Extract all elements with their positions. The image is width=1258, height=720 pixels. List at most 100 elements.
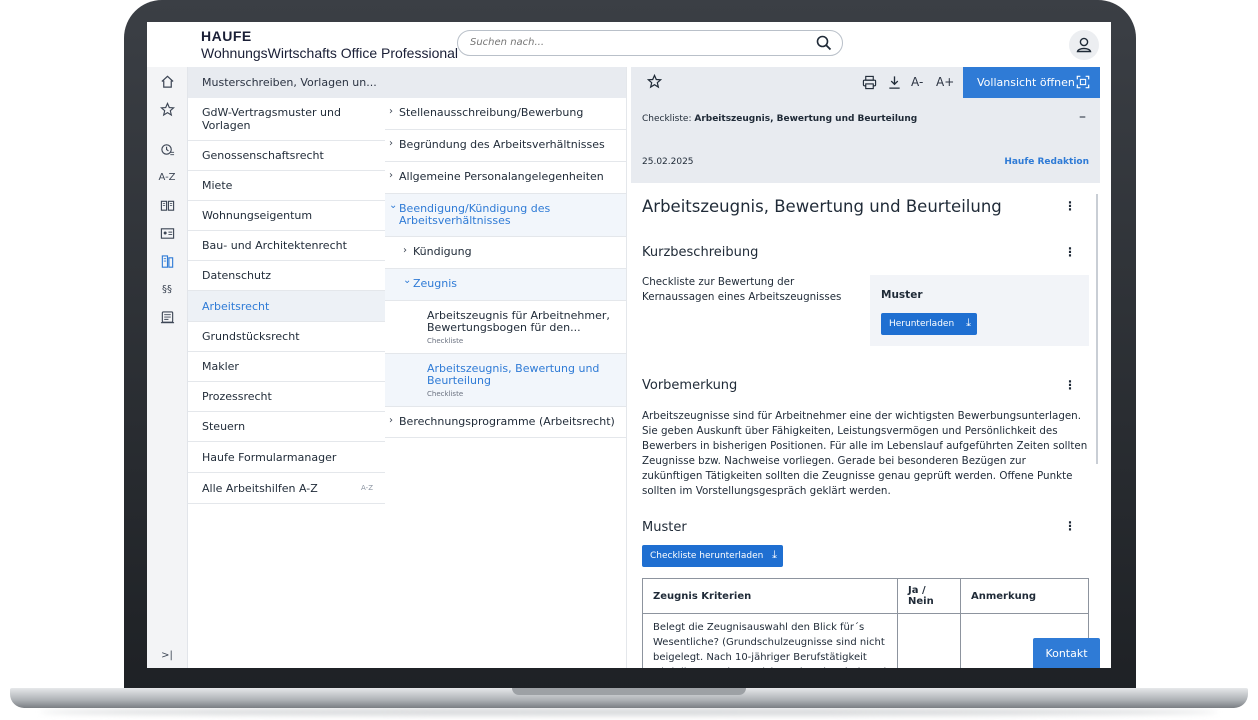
category-item-label: Bau- und Architektenrecht: [202, 239, 347, 252]
collapse-meta-button[interactable]: –: [1079, 109, 1086, 125]
a-z-icon[interactable]: A-Z: [157, 167, 177, 187]
expand-sidebar-icon[interactable]: >|: [157, 645, 177, 665]
column-header-anmerkung: Anmerkung: [960, 578, 1089, 614]
open-full-view-button[interactable]: Vollansicht öffnen: [963, 67, 1100, 98]
brand[interactable]: HAUFE WohnungsWirtschafts Office Profess…: [201, 28, 458, 61]
tree-item-text: Beendigung/Kündigung des Arbeitsverhältn…: [399, 203, 616, 227]
news-icon[interactable]: [157, 307, 177, 327]
chevron-right-icon[interactable]: ›: [389, 138, 393, 149]
tree-folder-item[interactable]: › Begründung des Arbeitsverhältnisses: [385, 130, 626, 162]
download-icon[interactable]: [887, 75, 902, 93]
topic-column-header: [385, 67, 626, 98]
table-cell-kriterium: Belegt die Zeugnisauswahl den Blick für´…: [642, 613, 898, 668]
chevron-right-icon[interactable]: ›: [389, 170, 393, 181]
bookmark-star-icon[interactable]: [646, 73, 663, 92]
title-more-icon[interactable]: ⋮: [1064, 199, 1076, 213]
kontakt-button[interactable]: Kontakt: [1033, 638, 1100, 668]
category-item[interactable]: Arbeitsrecht: [188, 291, 385, 322]
document-author[interactable]: Haufe Redaktion: [1004, 157, 1089, 167]
kurz-more-icon[interactable]: ⋮: [1064, 245, 1076, 259]
tree-item-label: Stellenausschreibung/Bewerbung: [399, 106, 584, 119]
history-icon[interactable]: [157, 139, 177, 159]
document-type: Checkliste:: [642, 114, 692, 124]
category-item-label: Datenschutz: [202, 269, 272, 282]
tree-document-item[interactable]: Arbeitszeugnis für Arbeitnehmer, Bewertu…: [385, 301, 626, 354]
category-item-label: Makler: [202, 360, 239, 373]
criteria-table: Zeugnis Kriterien Ja / Nein Anmerkung Be…: [642, 578, 1089, 668]
chevron-right-icon[interactable]: ›: [389, 415, 393, 426]
id-card-icon[interactable]: [157, 223, 177, 243]
column-header-ja-nein: Ja / Nein: [897, 578, 961, 614]
muster-more-icon[interactable]: ⋮: [1064, 519, 1076, 533]
document-breadcrumb: Checkliste: Arbeitszeugnis, Bewertung un…: [642, 114, 917, 124]
category-item-label: Miete: [202, 179, 233, 192]
chevron-down-icon[interactable]: ⌄: [403, 275, 411, 286]
muster-download-box: Muster Herunterladen ⤓: [870, 275, 1089, 346]
tree-folder-item[interactable]: › Kündigung: [385, 237, 626, 269]
tree-item-type: Checkliste: [427, 390, 464, 398]
tree-item-type: Checkliste: [427, 337, 464, 345]
print-icon[interactable]: [862, 75, 877, 93]
chevron-right-icon[interactable]: ›: [403, 245, 407, 256]
section-heading-vorbemerkung: Vorbemerkung: [642, 378, 738, 393]
category-item-label: GdW-Vertragsmuster und Vorlagen: [202, 106, 341, 132]
favorites-star-icon[interactable]: [157, 99, 177, 119]
search-icon[interactable]: [816, 35, 832, 51]
user-account-button[interactable]: [1069, 30, 1099, 60]
category-item[interactable]: Haufe Formularmanager: [188, 442, 385, 473]
column-header-kriterien: Zeugnis Kriterien: [642, 578, 898, 614]
category-column-header: Musterschreiben, Vorlagen un...: [188, 67, 385, 98]
category-item-label: Genossenschaftsrecht: [202, 149, 324, 162]
category-item[interactable]: Miete: [188, 171, 385, 201]
checkliste-herunterladen-button[interactable]: Checkliste herunterladen ⤓: [642, 545, 783, 567]
haufe-logo: HAUFE: [201, 28, 252, 44]
category-item[interactable]: Genossenschaftsrecht: [188, 141, 385, 171]
topic-tree: › Stellenausschreibung/Bewerbung › Begründu…: [385, 98, 626, 438]
document-toolbar: A- A+ Vollansicht öffnen: [631, 67, 1100, 98]
table-cell-ja-nein[interactable]: [897, 613, 961, 668]
chevron-right-icon[interactable]: ›: [389, 106, 393, 117]
tree-folder-item[interactable]: ⌄ Beendigung/Kündigung des Arbeitsverhält…: [385, 194, 626, 237]
tree-item-text: Kündigung: [413, 246, 616, 258]
document-meta: Checkliste: Arbeitszeugnis, Bewertung un…: [631, 98, 1100, 183]
section-heading-muster: Muster: [642, 520, 687, 535]
category-item[interactable]: Wohnungseigentum: [188, 201, 385, 231]
product-name: WohnungsWirtschafts Office Professional: [201, 45, 459, 61]
font-larger-button[interactable]: A+: [936, 75, 954, 89]
tree-item-label: Allgemeine Personalangelegenheiten: [399, 170, 604, 183]
book-icon[interactable]: [157, 195, 177, 215]
vor-more-icon[interactable]: ⋮: [1064, 378, 1076, 392]
user-icon: [1076, 37, 1092, 53]
category-item[interactable]: Makler: [188, 352, 385, 382]
category-item[interactable]: Steuern: [188, 412, 385, 442]
category-column: Musterschreiben, Vorlagen un... GdW-Vert…: [188, 67, 385, 668]
templates-document-icon[interactable]: [157, 251, 177, 271]
search-bar[interactable]: [457, 30, 843, 56]
tree-folder-item[interactable]: ⌄ Zeugnis: [385, 269, 626, 301]
chevron-down-icon[interactable]: ⌄: [389, 200, 397, 211]
document-scrollbar[interactable]: [1096, 194, 1098, 464]
category-item[interactable]: Datenschutz: [188, 261, 385, 291]
tree-document-item[interactable]: Arbeitszeugnis, Bewertung und Beurteilun…: [385, 354, 626, 407]
tree-folder-item[interactable]: › Stellenausschreibung/Bewerbung: [385, 98, 626, 130]
search-input[interactable]: [468, 36, 802, 49]
category-item-label: Arbeitsrecht: [202, 299, 270, 313]
category-item[interactable]: Grundstücksrecht: [188, 322, 385, 352]
tree-item-label: Kündigung: [413, 245, 472, 258]
category-item[interactable]: Prozessrecht: [188, 382, 385, 412]
tree-item-label: Zeugnis: [413, 277, 458, 290]
tree-item-text: Stellenausschreibung/Bewerbung: [399, 107, 616, 119]
font-smaller-button[interactable]: A-: [911, 75, 923, 89]
top-header: HAUFE WohnungsWirtschafts Office Profess…: [147, 22, 1111, 67]
herunterladen-button[interactable]: Herunterladen ⤓: [881, 313, 977, 335]
home-icon[interactable]: [157, 71, 177, 91]
document-meta-title: Arbeitszeugnis, Bewertung und Beurteilun…: [694, 114, 918, 124]
tree-item-text: Arbeitszeugnis für Arbeitnehmer, Bewertu…: [427, 310, 616, 347]
tree-folder-item[interactable]: › Berechnungsprogramme (Arbeitsrecht): [385, 407, 626, 438]
paragraph-law-icon[interactable]: §§: [157, 279, 177, 299]
category-item[interactable]: Alle Arbeitshilfen A-Z A-Z: [188, 473, 385, 504]
category-item[interactable]: GdW-Vertragsmuster und Vorlagen: [188, 98, 385, 141]
category-item[interactable]: Bau- und Architektenrecht: [188, 231, 385, 261]
tree-folder-item[interactable]: › Allgemeine Personalangelegenheiten: [385, 162, 626, 194]
criteria-table-header-row: Zeugnis Kriterien Ja / Nein Anmerkung: [642, 578, 1089, 614]
